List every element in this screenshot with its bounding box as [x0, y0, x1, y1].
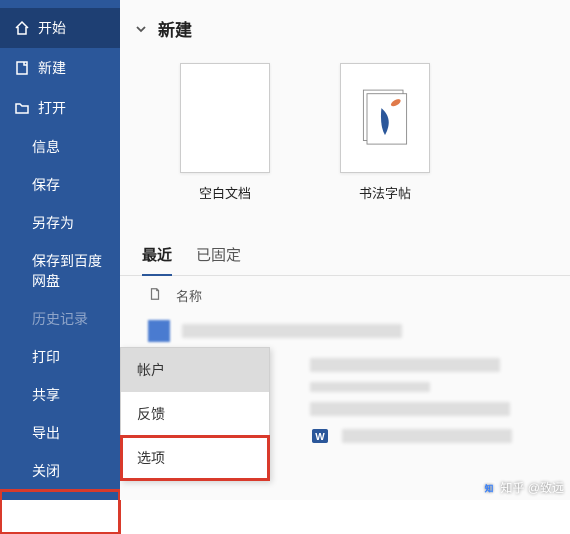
- template-label: 书法字帖: [359, 183, 411, 202]
- doc-name-redacted: [342, 429, 512, 443]
- sidebar-label: 打开: [38, 98, 66, 118]
- template-gallery: 空白文档 书法字帖: [120, 45, 570, 218]
- template-thumb-calligraphy: [340, 63, 430, 173]
- popup-item-options[interactable]: 选项: [121, 436, 269, 480]
- popup-item-account[interactable]: 帐户: [121, 348, 269, 392]
- template-calligraphy[interactable]: 书法字帖: [340, 63, 430, 202]
- svg-text:W: W: [315, 432, 325, 443]
- tab-pinned[interactable]: 已固定: [196, 236, 241, 275]
- sidebar-item-save[interactable]: 保存: [0, 166, 120, 204]
- sidebar-item-saveas[interactable]: 另存为: [0, 204, 120, 242]
- sidebar-label: 新建: [38, 58, 66, 78]
- sidebar-item-share[interactable]: 共享: [0, 376, 120, 414]
- sidebar-item-home[interactable]: 开始: [0, 8, 120, 48]
- sidebar-item-new[interactable]: 新建: [0, 48, 120, 88]
- watermark: 知 知乎 @致远: [482, 479, 564, 496]
- file-icon: [148, 287, 162, 304]
- sidebar-item-open[interactable]: 打开: [0, 88, 120, 128]
- doc-name-redacted: [182, 324, 402, 338]
- doc-name-redacted: [310, 358, 500, 372]
- template-thumb-blank: [180, 63, 270, 173]
- sidebar-item-more[interactable]: 更多...: [0, 490, 120, 534]
- main-panel: 新建 空白文档 书法字帖 最近 已固定 名称: [120, 0, 570, 500]
- template-blank-doc[interactable]: 空白文档: [180, 63, 270, 202]
- home-icon: [14, 20, 30, 36]
- new-icon: [14, 60, 30, 76]
- doc-name-redacted: [310, 402, 510, 416]
- section-title: 新建: [158, 16, 192, 41]
- doc-thumb: [148, 320, 170, 342]
- column-name: 名称: [176, 286, 202, 305]
- sidebar-item-export[interactable]: 导出: [0, 414, 120, 452]
- template-label: 空白文档: [199, 183, 251, 202]
- sidebar-item-save-baidu[interactable]: 保存到百度网盘: [0, 242, 120, 300]
- svg-text:知: 知: [485, 482, 494, 493]
- doc-meta-redacted: [310, 382, 430, 392]
- sidebar-item-print[interactable]: 打印: [0, 338, 120, 376]
- recent-tabs: 最近 已固定: [120, 236, 570, 276]
- list-header: 名称: [120, 276, 570, 311]
- popup-item-feedback[interactable]: 反馈: [121, 392, 269, 436]
- recent-list: 帐户 反馈 选项 W: [120, 311, 570, 451]
- section-header-new[interactable]: 新建: [120, 0, 570, 45]
- tab-recent[interactable]: 最近: [142, 236, 172, 275]
- word-file-icon: W: [310, 426, 330, 446]
- sidebar-item-history: 历史记录: [0, 300, 120, 338]
- backstage-sidebar: 开始 新建 打开 信息 保存 另存为 保存到百度网盘 历史记录 打印 共享 导出…: [0, 0, 120, 500]
- sidebar-item-close[interactable]: 关闭: [0, 452, 120, 490]
- chevron-down-icon: [134, 22, 148, 36]
- open-icon: [14, 100, 30, 116]
- list-item[interactable]: [142, 315, 570, 347]
- more-popup: 帐户 反馈 选项: [120, 347, 270, 481]
- sidebar-item-info[interactable]: 信息: [0, 128, 120, 166]
- sidebar-label: 开始: [38, 18, 66, 38]
